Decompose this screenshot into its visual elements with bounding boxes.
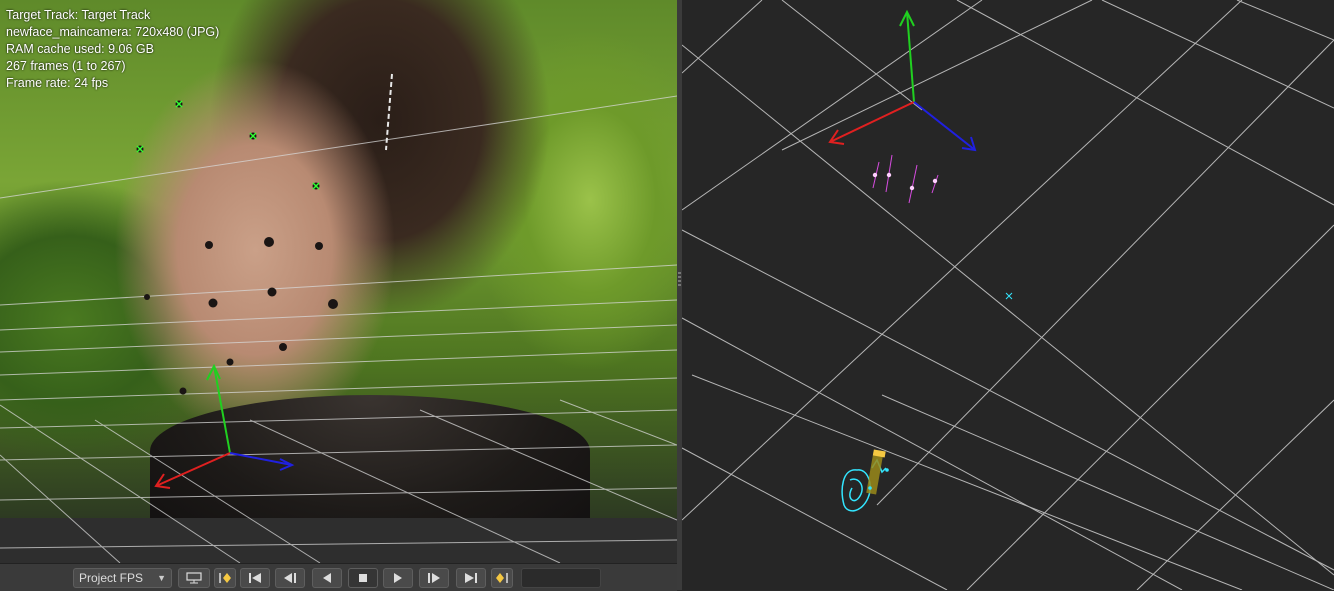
camera-path[interactable] [841, 449, 889, 512]
step-back-icon [284, 573, 296, 583]
tracked-points[interactable] [136, 100, 320, 190]
info-ram-cache: RAM cache used: 9.06 GB [6, 42, 154, 56]
go-to-start-icon [249, 573, 261, 583]
scene-axis-gizmo[interactable] [828, 9, 977, 152]
frame-field[interactable] [521, 568, 601, 588]
info-target-track: Target Track: Target Track [6, 8, 151, 22]
track-point-cloud[interactable] [872, 154, 939, 204]
fps-select-value: Project FPS [79, 571, 144, 585]
set-in-point-button[interactable] [214, 568, 236, 588]
go-to-end-button[interactable] [456, 568, 486, 588]
set-out-point-button[interactable] [491, 568, 513, 588]
info-overlay: Target Track: Target Track newface_mainc… [6, 7, 219, 92]
play-forward-icon [394, 573, 402, 583]
stop-button[interactable] [348, 568, 378, 588]
view-toggle-button[interactable] [178, 568, 210, 588]
set-in-point-icon [219, 573, 231, 583]
ground-grid [0, 95, 677, 563]
info-frame-rate: Frame rate: 24 fps [6, 76, 109, 90]
chevron-down-icon: ▼ [157, 573, 166, 583]
play-forward-button[interactable] [383, 568, 413, 588]
3d-viewport[interactable] [682, 0, 1334, 590]
camera-viewport[interactable]: Target Track: Target Track newface_mainc… [0, 0, 677, 563]
set-out-point-icon [496, 573, 508, 583]
splitter-grip-icon [678, 272, 681, 286]
cyan-marker-icon [1005, 292, 1013, 300]
face-markers [144, 237, 338, 395]
step-forward-icon [428, 573, 440, 583]
info-frames: 267 frames (1 to 267) [6, 59, 126, 73]
step-forward-button[interactable] [419, 568, 449, 588]
axis-gizmo[interactable] [154, 363, 295, 489]
view-toggle-icon [186, 572, 202, 584]
info-footage: newface_maincamera: 720x480 (JPG) [6, 25, 220, 39]
fps-select[interactable]: Project FPS ▼ [73, 568, 172, 588]
go-to-end-icon [465, 573, 477, 583]
go-to-start-button[interactable] [240, 568, 270, 588]
play-backward-button[interactable] [312, 568, 342, 588]
step-back-button[interactable] [275, 568, 305, 588]
play-backward-icon [323, 573, 331, 583]
stop-icon [359, 574, 367, 582]
transport-bar: Project FPS ▼ [0, 563, 677, 591]
3d-scene [682, 0, 1334, 590]
